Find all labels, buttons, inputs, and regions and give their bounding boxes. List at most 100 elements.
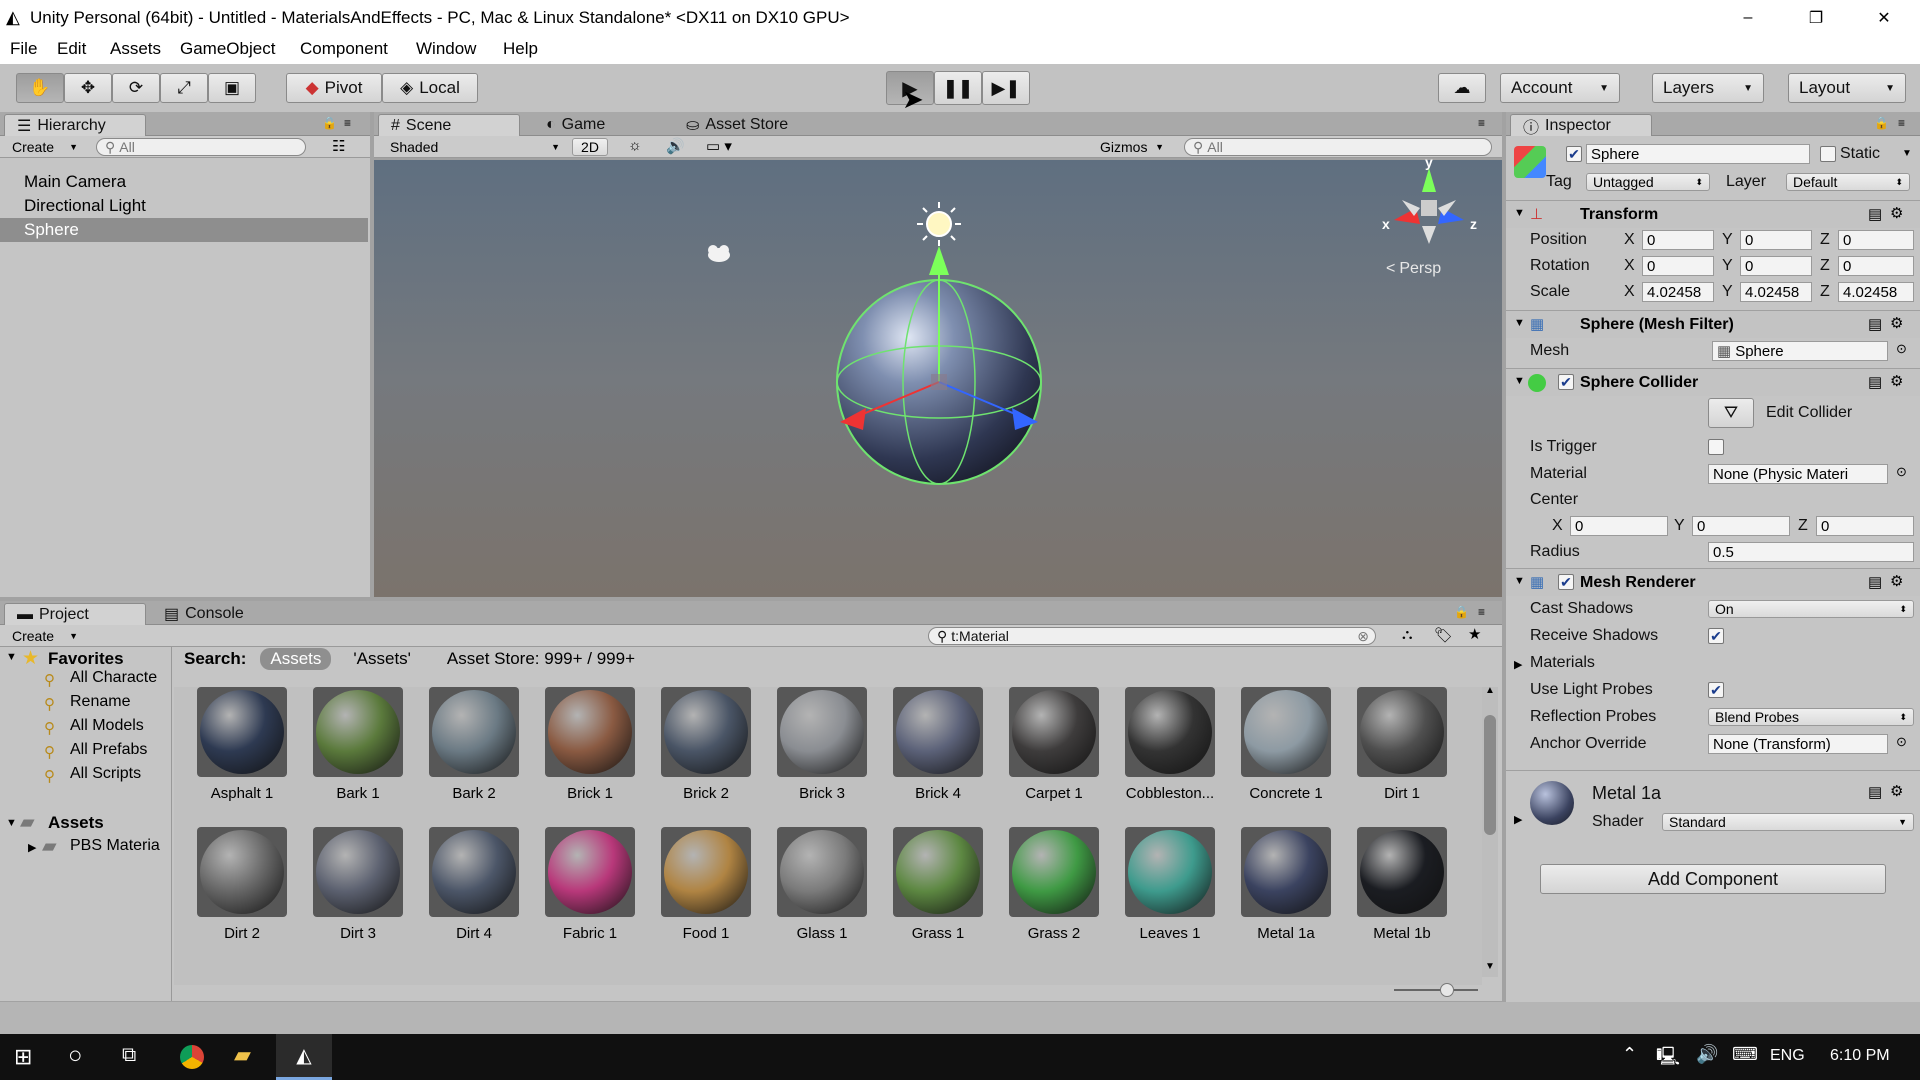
edit-collider-button[interactable]: ⛛ <box>1708 398 1754 428</box>
material-asset[interactable]: Brick 1 <box>542 687 638 817</box>
material-asset[interactable]: Brick 4 <box>890 687 986 817</box>
material-asset[interactable]: Metal 1a <box>1238 827 1334 957</box>
hierarchy-search-input[interactable]: ⚲ All <box>96 138 306 156</box>
tab-console[interactable]: ▤ Console <box>152 603 256 625</box>
task-view-icon[interactable]: ⧉ <box>122 1044 136 1067</box>
object-picker-icon[interactable]: ⊙ <box>1896 464 1907 480</box>
add-component-button[interactable]: Add Component <box>1540 864 1886 894</box>
sphere-collider-header[interactable]: ▼ ✔ Sphere Collider ▤ ⚙ <box>1506 368 1920 396</box>
hand-tool-button[interactable]: ✋ <box>16 73 64 103</box>
scroll-down-icon[interactable]: ▼ <box>1485 961 1495 972</box>
pause-button[interactable]: ❚❚ <box>934 71 982 105</box>
foldout-icon[interactable]: ▶ <box>28 841 36 854</box>
favorites-label[interactable]: Favorites <box>48 649 124 669</box>
material-asset[interactable]: Grass 2 <box>1006 827 1102 957</box>
hierarchy-item-directional-light[interactable]: Directional Light <box>24 196 146 216</box>
material-asset[interactable]: Dirt 1 <box>1354 687 1450 817</box>
help-icon[interactable]: ▤ <box>1868 315 1882 333</box>
cast-shadows-dropdown[interactable]: On ⬍ <box>1708 600 1914 618</box>
menu-window[interactable]: Window <box>416 39 476 59</box>
collider-material-field[interactable]: None (Physic Materi <box>1708 464 1888 484</box>
zoom-slider[interactable] <box>1394 983 1478 997</box>
notifications-keyboard-icon[interactable]: ⌨ <box>1732 1044 1758 1065</box>
menu-assets[interactable]: Assets <box>110 39 161 59</box>
material-asset[interactable]: Asphalt 1 <box>194 687 290 817</box>
material-asset[interactable]: Bark 1 <box>310 687 406 817</box>
object-picker-icon[interactable]: ⊙ <box>1896 341 1907 357</box>
rotation-x-field[interactable]: 0 <box>1642 256 1714 276</box>
material-asset[interactable]: Brick 3 <box>774 687 870 817</box>
materials-label[interactable]: Materials <box>1530 654 1595 672</box>
tag-dropdown[interactable]: Untagged ⬍ <box>1586 173 1710 191</box>
clock[interactable]: 6:10 PM <box>1830 1047 1890 1065</box>
material-asset[interactable]: Glass 1 <box>774 827 870 957</box>
anchor-override-field[interactable]: None (Transform) <box>1708 734 1888 754</box>
material-asset[interactable]: Bark 2 <box>426 687 522 817</box>
light-probes-checkbox[interactable]: ✔ <box>1708 682 1724 698</box>
gear-icon[interactable]: ⚙ <box>1890 314 1903 332</box>
material-asset[interactable]: Brick 2 <box>658 687 754 817</box>
material-asset[interactable]: Metal 1b <box>1354 827 1450 957</box>
menu-component[interactable]: Component <box>300 39 388 59</box>
language-indicator[interactable]: ENG <box>1770 1047 1805 1065</box>
gear-icon[interactable]: ⚙ <box>1890 372 1903 390</box>
position-y-field[interactable]: 0 <box>1740 230 1812 250</box>
scene-search-input[interactable]: ⚲ All <box>1184 138 1492 156</box>
material-asset[interactable]: Dirt 3 <box>310 827 406 957</box>
lighting-toggle-icon[interactable]: ☼ <box>628 137 642 154</box>
file-explorer-icon[interactable]: ▰ <box>234 1042 251 1068</box>
material-asset[interactable]: Cobbleston... <box>1122 687 1218 817</box>
lock-icon[interactable]: 🔒 <box>1874 116 1889 130</box>
hierarchy-item-sphere[interactable]: Sphere <box>24 220 79 240</box>
scale-z-field[interactable]: 4.02458 <box>1838 282 1914 302</box>
show-hidden-icons-icon[interactable]: ⌃ <box>1622 1044 1637 1065</box>
position-z-field[interactable]: 0 <box>1838 230 1914 250</box>
volume-icon[interactable]: 🔊 <box>1696 1044 1718 1065</box>
local-toggle[interactable]: ◈ Local <box>382 73 478 103</box>
scope-folder-button[interactable]: 'Assets' <box>353 649 411 669</box>
gear-icon[interactable]: ⚙ <box>1890 572 1903 590</box>
asset-grid-scrollbar[interactable]: ▲ ▼ <box>1482 685 1498 977</box>
static-dropdown-icon[interactable]: ▼ <box>1902 148 1912 159</box>
folder-pbs-materials[interactable]: PBS Materia <box>70 837 160 855</box>
hierarchy-create-dropdown[interactable]: Create ▼ <box>6 138 84 156</box>
windows-start-icon[interactable]: ⊞ <box>14 1044 32 1070</box>
mesh-filter-header[interactable]: ▼ ▦ Sphere (Mesh Filter) ▤ ⚙ <box>1506 310 1920 338</box>
scrollbar-thumb[interactable] <box>1484 715 1496 835</box>
favorite-all-models[interactable]: All Models <box>70 717 144 735</box>
foldout-icon[interactable]: ▶ <box>1514 658 1522 671</box>
is-trigger-checkbox[interactable] <box>1708 439 1724 455</box>
unity-taskbar-button[interactable]: ◭ <box>276 1034 332 1080</box>
tab-game[interactable]: ◐ Game <box>534 114 617 136</box>
static-checkbox[interactable] <box>1820 146 1836 162</box>
panel-menu-icon[interactable]: ≡ <box>1898 116 1905 130</box>
receive-shadows-checkbox[interactable]: ✔ <box>1708 628 1724 644</box>
layer-dropdown[interactable]: Default ⬍ <box>1786 173 1910 191</box>
help-icon[interactable]: ▤ <box>1868 783 1882 801</box>
help-icon[interactable]: ▤ <box>1868 373 1882 391</box>
filter-by-type-icon[interactable]: ⛬ <box>1402 626 1413 643</box>
scope-assets-button[interactable]: Assets <box>260 648 332 670</box>
position-x-field[interactable]: 0 <box>1642 230 1714 250</box>
gizmos-dropdown[interactable]: Gizmos ▼ <box>1094 138 1170 156</box>
menu-gameobject[interactable]: GameObject <box>180 39 275 59</box>
object-name-field[interactable]: Sphere <box>1586 144 1810 164</box>
close-button[interactable]: ✕ <box>1850 0 1918 36</box>
persp-label[interactable]: < Persp <box>1386 260 1441 278</box>
collider-enabled-checkbox[interactable]: ✔ <box>1558 374 1574 390</box>
favorite-all-characters[interactable]: All Characte <box>70 669 157 687</box>
cortana-icon[interactable]: ○ <box>68 1042 83 1070</box>
object-picker-icon[interactable]: ⊙ <box>1896 734 1907 750</box>
renderer-enabled-checkbox[interactable]: ✔ <box>1558 574 1574 590</box>
directional-light-gizmo[interactable] <box>917 202 961 246</box>
chrome-icon[interactable] <box>180 1045 204 1069</box>
shading-dropdown[interactable]: Shaded ▼ <box>384 138 566 156</box>
menu-help[interactable]: Help <box>503 39 538 59</box>
audio-toggle-icon[interactable]: 🔊 <box>666 137 685 155</box>
panel-menu-icon[interactable]: ≡ <box>1478 116 1485 130</box>
foldout-icon[interactable]: ▶ <box>1514 813 1522 826</box>
scale-y-field[interactable]: 4.02458 <box>1740 282 1812 302</box>
material-asset[interactable]: Concrete 1 <box>1238 687 1334 817</box>
layers-dropdown[interactable]: Layers ▼ <box>1652 73 1764 103</box>
scale-x-field[interactable]: 4.02458 <box>1642 282 1714 302</box>
